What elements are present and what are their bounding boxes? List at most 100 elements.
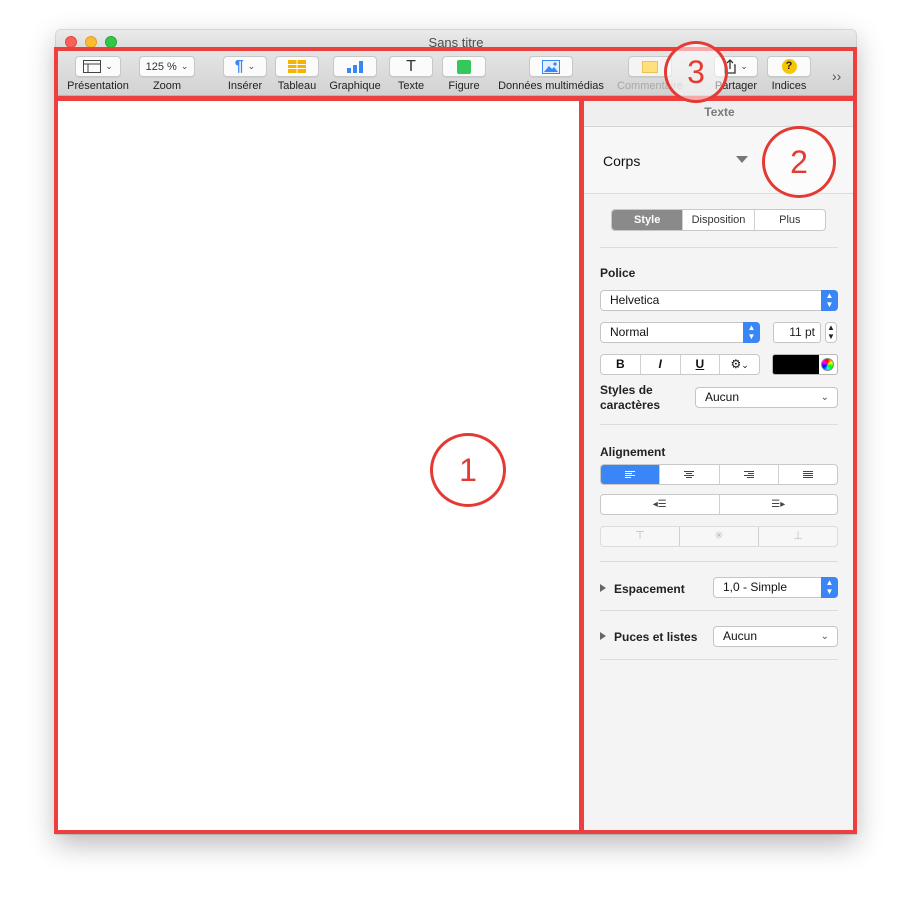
align-center-icon (684, 471, 695, 478)
increase-indent-button[interactable]: ☰▸ (718, 495, 838, 514)
disclosure-triangle-icon (600, 584, 606, 592)
shape-label: Figure (448, 80, 480, 92)
text-subtabs: Style Disposition Plus (611, 209, 826, 231)
spacing-popup[interactable]: 1,0 - Simple ▲ ▼ (713, 577, 838, 598)
align-left-button[interactable] (601, 465, 660, 484)
presentation-label: Présentation (67, 80, 129, 92)
outdent-icon: ◂☰ (652, 499, 667, 510)
table-label: Tableau (277, 80, 317, 92)
bullets-label: Puces et listes (614, 630, 698, 644)
vertical-align-buttons: ⊤ ✳ ⊥ (600, 526, 838, 547)
chevron-down-icon: ⌄ (741, 360, 749, 370)
text-t-icon: T (406, 57, 416, 75)
pilcrow-icon: ¶ (234, 57, 244, 75)
bullets-value: Aucun (723, 629, 758, 643)
triangle-down-icon (736, 156, 748, 163)
char-styles-value: Aucun (705, 390, 740, 404)
subtab-plus[interactable]: Plus (753, 210, 825, 230)
toolbar: ⌄ Présentation 125 % ⌄ Zoom ¶ ⌄ Insérer … (56, 48, 856, 96)
color-wheel-icon[interactable] (821, 358, 834, 371)
toolbar-overflow-button[interactable]: ›› (832, 68, 841, 84)
paragraph-style-name: Corps (603, 153, 641, 169)
decrease-indent-button[interactable]: ◂☰ (601, 495, 719, 514)
font-style-popup[interactable]: Normal ▲ ▼ (600, 322, 760, 343)
indent-buttons: ◂☰ ☰▸ (600, 494, 838, 515)
align-center-button[interactable] (659, 465, 718, 484)
inspector-tab-texte[interactable]: Texte (583, 97, 856, 127)
italic-button[interactable]: I (639, 355, 680, 374)
updown-arrows-icon: ▲ ▼ (743, 322, 760, 343)
zoom-tool[interactable]: 125 % ⌄ Zoom (136, 56, 198, 92)
pages-window: Sans titre ⌄ Présentation 125 % ⌄ Zoom ¶… (56, 30, 856, 834)
annotation-marker-3: 3 (664, 41, 728, 103)
bullets-popup[interactable]: Aucun ⌄ (713, 626, 838, 647)
subtab-disposition[interactable]: Disposition (682, 210, 753, 230)
chart-label: Graphique (329, 80, 381, 92)
font-family-value: Helvetica (610, 293, 660, 307)
text-label: Texte (397, 80, 425, 92)
spacing-label: Espacement (614, 582, 685, 596)
align-middle-icon: ✳ (714, 530, 724, 542)
presentation-tool[interactable]: ⌄ Présentation (62, 56, 134, 92)
font-family-popup[interactable]: Helvetica ▲ ▼ (600, 290, 838, 311)
bullets-disclosure[interactable]: Puces et listes (600, 630, 697, 644)
gear-icon: ⚙ (730, 357, 742, 371)
indent-icon: ☰▸ (771, 499, 786, 510)
divider (600, 610, 838, 611)
text-tool[interactable]: T Texte (388, 56, 434, 92)
insert-label: Insérer (227, 80, 263, 92)
align-bottom-icon: ⊥ (793, 530, 803, 542)
bold-button[interactable]: B (601, 355, 640, 374)
insert-tool[interactable]: ¶ ⌄ Insérer (220, 56, 270, 92)
shape-icon (457, 59, 471, 74)
media-tool[interactable]: Données multimédias (492, 56, 610, 92)
align-middle-button[interactable]: ✳ (679, 527, 758, 546)
media-label: Données multimédias (498, 80, 604, 92)
annotation-marker-1: 1 (430, 433, 506, 507)
disclosure-triangle-icon (600, 632, 606, 640)
comment-note-icon (642, 60, 658, 73)
subtab-style[interactable]: Style (612, 210, 683, 230)
char-styles-label: Styles de caractères (600, 383, 661, 412)
font-size-stepper[interactable]: ▲ ▼ (825, 322, 837, 343)
align-top-icon: ⊤ (635, 530, 645, 542)
chart-tool[interactable]: Graphique (324, 56, 386, 92)
chevron-down-icon: ⌄ (105, 61, 113, 71)
chevron-down-icon: ⌄ (180, 61, 189, 71)
spacing-value: 1,0 - Simple (723, 580, 788, 594)
chart-icon (347, 61, 363, 73)
spacing-disclosure[interactable]: Espacement (600, 582, 685, 596)
font-color-swatch (773, 355, 819, 374)
font-size-field[interactable]: 11 pt (773, 322, 821, 343)
align-bottom-button[interactable]: ⊥ (758, 527, 837, 546)
updown-arrows-icon: ▲ ▼ (821, 290, 838, 311)
table-icon (288, 60, 306, 73)
chevron-down-icon: ⌄ (740, 61, 748, 71)
chevron-down-icon: ⌄ (820, 631, 829, 642)
photo-icon (542, 59, 560, 74)
char-styles-popup[interactable]: Aucun ⌄ (695, 387, 838, 408)
chevron-down-icon: ⌄ (820, 392, 829, 403)
justify-button[interactable] (777, 465, 837, 484)
divider (600, 561, 838, 562)
divider (600, 659, 838, 660)
alignment-section-title: Alignement (600, 445, 666, 459)
help-icon: ? (781, 59, 797, 74)
align-right-button[interactable] (718, 465, 778, 484)
annotation-marker-2: 2 (762, 126, 836, 198)
alignment-buttons (600, 464, 838, 485)
text-options-button[interactable]: ⚙⌄ (719, 355, 759, 374)
font-color-well[interactable] (772, 354, 838, 375)
tips-label: Indices (771, 80, 807, 92)
underline-button[interactable]: U (679, 355, 720, 374)
shape-tool[interactable]: Figure (440, 56, 488, 92)
divider (600, 247, 838, 248)
chevron-down-icon: ⌄ (247, 61, 256, 71)
tips-tool[interactable]: ? Indices (764, 56, 814, 92)
presentation-icon (83, 60, 102, 73)
align-top-button[interactable]: ⊤ (601, 527, 679, 546)
zoom-label: Zoom (152, 80, 182, 92)
table-tool[interactable]: Tableau (272, 56, 322, 92)
text-format-buttons: B I U ⚙⌄ (600, 354, 760, 375)
font-style-value: Normal (610, 325, 649, 339)
